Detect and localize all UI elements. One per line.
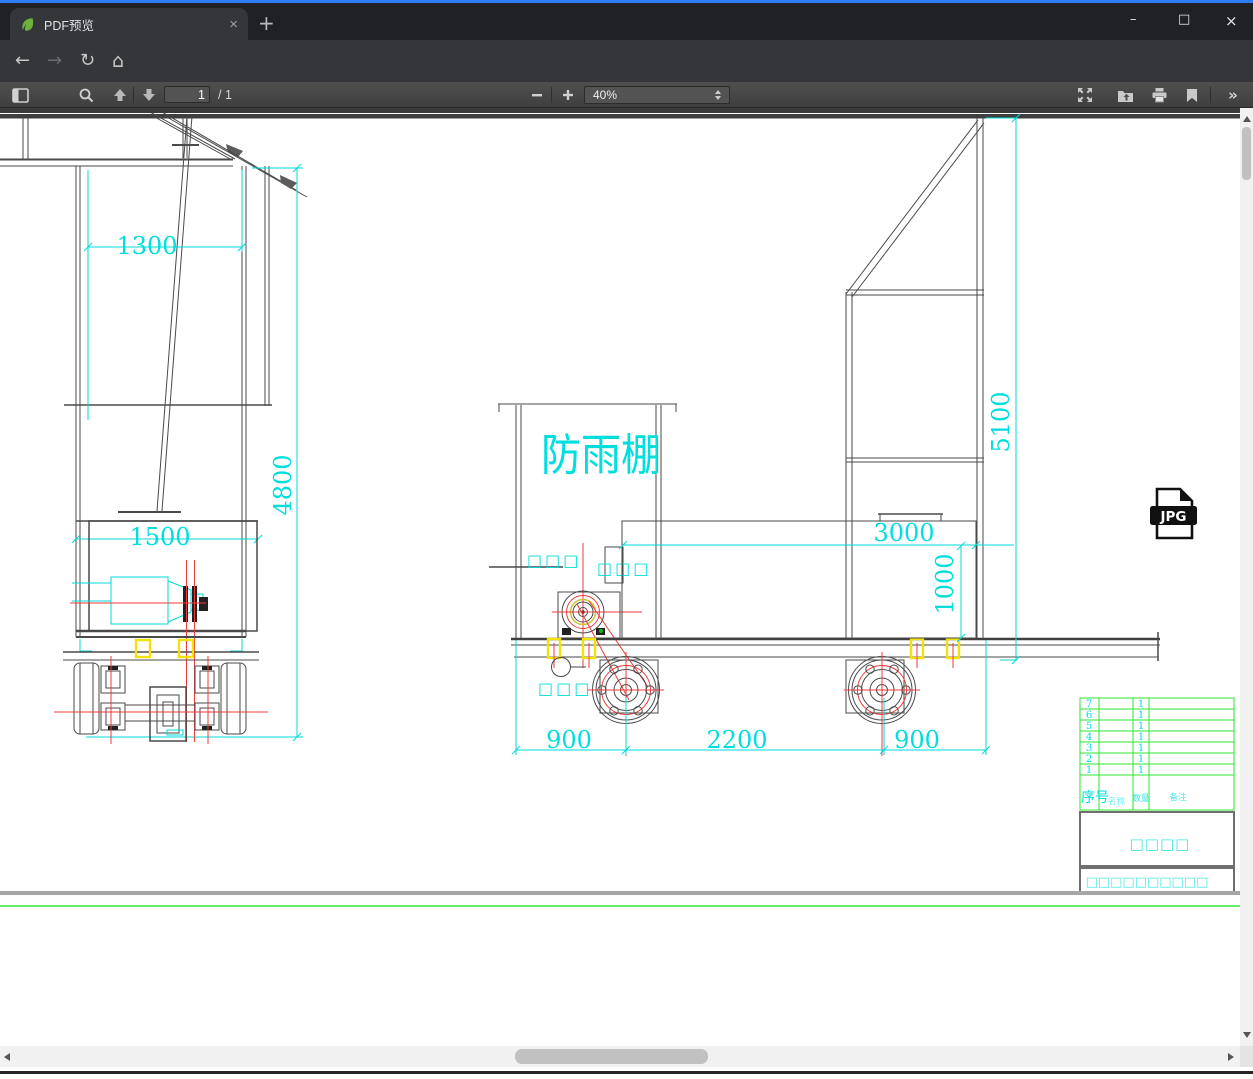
svg-text:1: 1: [1138, 710, 1144, 721]
svg-text:1: 1: [1138, 765, 1144, 776]
reload-icon[interactable]: ↻: [80, 50, 95, 71]
title-block-header-remark: 备注: [1169, 792, 1187, 803]
footer-placeholder: □□□□□□□□□□: [1086, 875, 1209, 890]
dim-1500: 1500: [129, 523, 190, 551]
toolbar-separator: [1210, 87, 1211, 103]
dim-900-left: 900: [546, 726, 592, 754]
title-placeholder: □□□□: [1130, 835, 1191, 853]
window-bottom-edge: [0, 1071, 1253, 1074]
dim-5100: 5100: [987, 391, 1015, 452]
pdf-toolbar: / 1 40% »: [0, 82, 1253, 108]
tab-close-icon[interactable]: ×: [229, 17, 238, 32]
drawing-top-beam: [0, 114, 1240, 119]
title-block-header-no: 序号: [1081, 790, 1109, 806]
page-up-icon[interactable]: [109, 86, 131, 104]
zoom-value: 40%: [593, 88, 618, 102]
scroll-down-icon[interactable]: [1242, 1032, 1251, 1038]
scroll-right-icon[interactable]: [1228, 1052, 1234, 1061]
select-spinner-icon: [715, 90, 721, 100]
svg-text:1: 1: [1138, 732, 1144, 743]
svg-text:1: 1: [1138, 743, 1144, 754]
svg-text:6: 6: [1086, 710, 1092, 721]
svg-text:1: 1: [1138, 721, 1144, 732]
ground-line: [0, 891, 1240, 895]
window-maximize-button[interactable]: □: [1178, 12, 1190, 27]
search-icon[interactable]: [75, 86, 97, 104]
svg-text:1: 1: [1138, 754, 1144, 765]
forward-icon[interactable]: →: [47, 50, 62, 71]
open-file-icon[interactable]: [1114, 86, 1136, 104]
front-view: 1300 4800 1500: [0, 113, 308, 744]
shelter-label: 防雨棚: [541, 430, 661, 481]
svg-text:1: 1: [1086, 765, 1092, 776]
vertical-scrollbar-thumb[interactable]: [1242, 127, 1251, 180]
svg-text:1: 1: [1138, 699, 1144, 710]
scroll-up-icon[interactable]: [1242, 116, 1251, 122]
presentation-mode-icon[interactable]: [1074, 86, 1096, 104]
toolbar-separator: [133, 87, 134, 103]
side-view: 防雨棚 □□□ □□□ □□□ 3000 1000 900 2200 900 5…: [489, 113, 1160, 756]
bookmark-icon[interactable]: [1181, 86, 1203, 104]
svg-text:5: 5: [1086, 721, 1092, 732]
page-count-label: / 1: [218, 88, 232, 102]
scrollbar-corner: [1240, 1046, 1253, 1067]
spring-leaf-favicon: [22, 17, 34, 31]
page-down-icon[interactable]: [138, 86, 160, 104]
jpg-file-icon: JPG: [1150, 487, 1197, 540]
dim-2200: 2200: [706, 726, 767, 754]
horizontal-scrollbar[interactable]: [0, 1046, 1240, 1067]
zoom-in-button[interactable]: [557, 86, 579, 104]
page-number-input[interactable]: [164, 86, 210, 103]
zoom-out-button[interactable]: [526, 86, 548, 104]
window-minimize-button[interactable]: –: [1130, 12, 1137, 27]
browser-toolbar: ← → ↻ ⌂ i localhost:8012/onlinePreview?u…: [0, 40, 1253, 115]
title-block-header-name: 名称: [1108, 796, 1126, 807]
svg-text:3: 3: [1086, 743, 1092, 754]
window-close-button[interactable]: ×: [1225, 12, 1238, 30]
dim-900-right: 900: [894, 726, 940, 754]
browser-window: PDF预览 × + – □ × ← → ↻ ⌂ i localhost:8012…: [0, 0, 1253, 1079]
label-boxes-b: □□□: [597, 559, 651, 578]
vertical-scrollbar[interactable]: [1240, 108, 1253, 1046]
tab-strip: PDF预览 × + – □ ×: [0, 3, 1253, 40]
tab-title: PDF预览: [44, 18, 95, 33]
print-icon[interactable]: [1148, 86, 1170, 104]
svg-text:JPG: JPG: [1160, 509, 1187, 525]
cad-drawing: 1300 4800 1500 防雨棚 □□□ □□□ □□□ 3000 1000…: [0, 113, 1240, 907]
svg-text:4: 4: [1086, 732, 1092, 743]
sidebar-toggle-button[interactable]: [9, 86, 31, 104]
label-boxes-c: □□□: [538, 679, 592, 698]
toolbar-separator: [551, 87, 552, 103]
label-boxes-a: □□□: [527, 551, 581, 570]
dim-3000: 3000: [873, 519, 934, 547]
title-block: 71 61 51 41 31 21 11 序号 名称 数量 备注 □□□□ □□…: [1079, 697, 1235, 893]
new-tab-button[interactable]: +: [258, 13, 275, 33]
dim-4800: 4800: [269, 454, 297, 515]
back-icon[interactable]: ←: [15, 50, 30, 71]
title-block-header-qty: 数量: [1132, 793, 1150, 804]
scroll-left-icon[interactable]: [4, 1052, 10, 1061]
dim-1000: 1000: [931, 553, 959, 614]
dim-1300: 1300: [116, 232, 177, 260]
svg-text:2: 2: [1086, 754, 1092, 765]
home-icon[interactable]: ⌂: [112, 50, 124, 72]
svg-text:7: 7: [1086, 699, 1092, 710]
more-tools-icon[interactable]: »: [1222, 86, 1244, 104]
browser-tab[interactable]: PDF预览 ×: [10, 8, 248, 40]
roof-flag: [280, 175, 297, 189]
horizontal-scrollbar-thumb[interactable]: [515, 1049, 708, 1064]
zoom-select[interactable]: 40%: [584, 86, 730, 104]
